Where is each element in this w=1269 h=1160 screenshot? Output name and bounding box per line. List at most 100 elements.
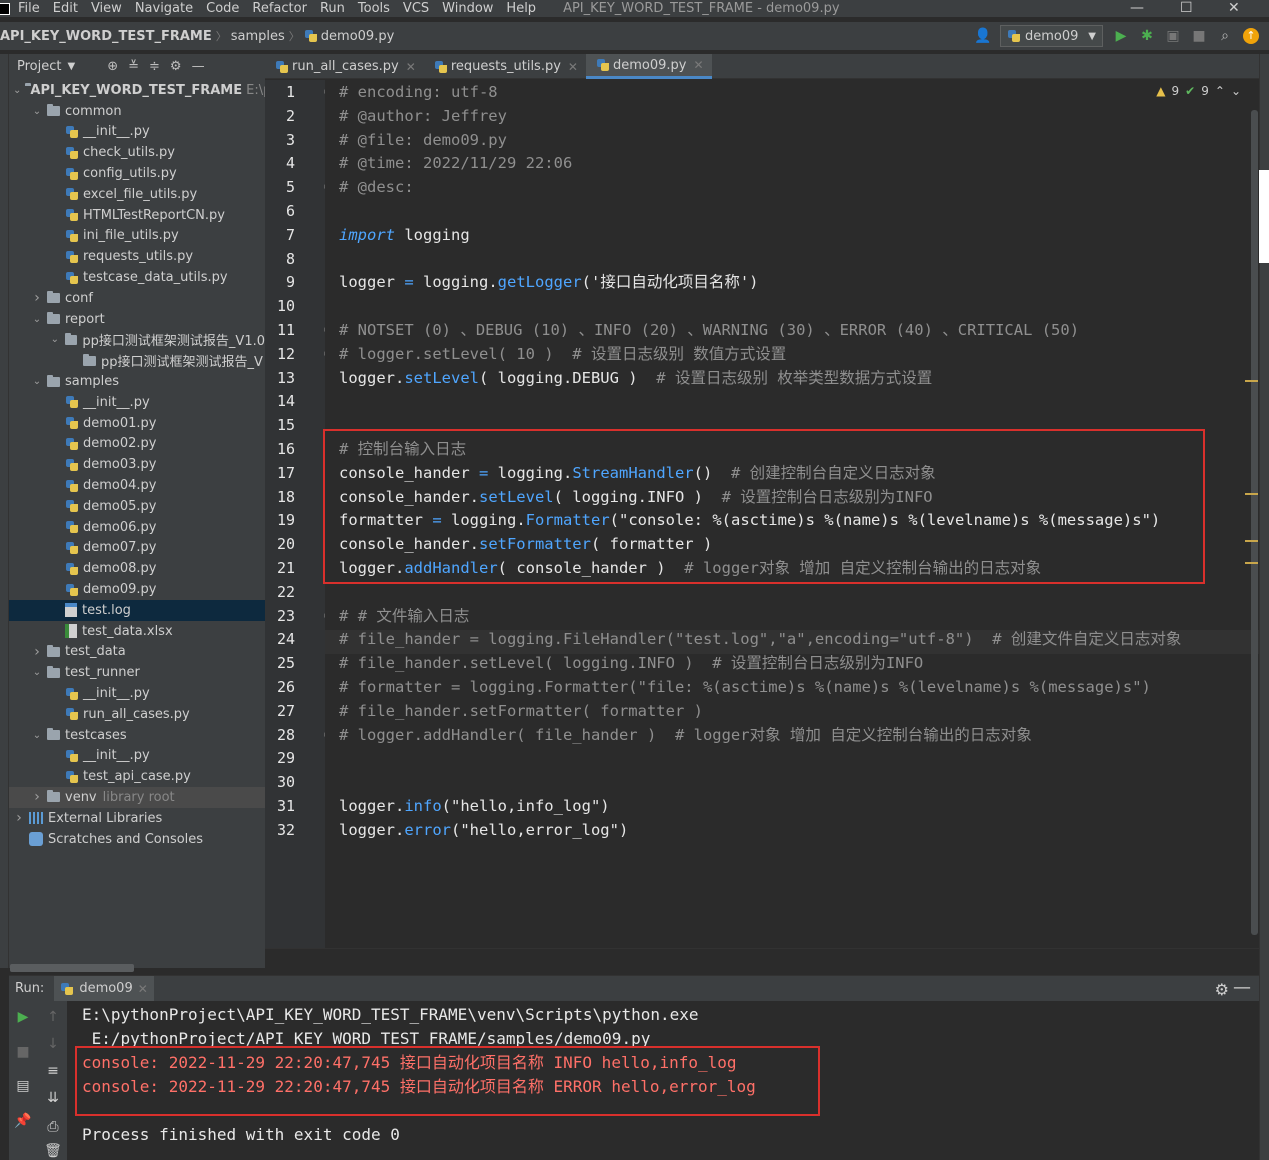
- arrow-down-icon[interactable]: ↓: [43, 1034, 63, 1054]
- tree-item[interactable]: config_utils.py: [9, 163, 265, 184]
- debug-icon[interactable]: ✱: [1139, 28, 1155, 44]
- inspection-widget[interactable]: ▲ 9 ✔ 9 ⌃ ⌄: [1156, 84, 1241, 98]
- chevron-down-icon[interactable]: ⌄: [31, 667, 43, 678]
- breadcrumb-folder[interactable]: samples: [231, 29, 285, 44]
- breadcrumb-project[interactable]: API_KEY_WORD_TEST_FRAME: [0, 29, 212, 44]
- tree-item[interactable]: demo09.py: [9, 579, 265, 600]
- layout-icon[interactable]: ▤: [13, 1076, 33, 1096]
- tree-item[interactable]: ⌄ pp接口测试框架测试报告_V1.0: [9, 330, 265, 351]
- chevron-right-icon[interactable]: ›: [31, 644, 43, 660]
- tree-item[interactable]: test_api_case.py: [9, 766, 265, 787]
- chevron-down-icon[interactable]: ⌄: [31, 376, 43, 387]
- menu-help[interactable]: Help: [506, 1, 536, 16]
- run-console[interactable]: E:\pythonProject\API_KEY_WORD_TEST_FRAME…: [67, 1001, 1259, 1160]
- tree-item[interactable]: ⌄ samples: [9, 371, 265, 392]
- tree-item[interactable]: demo08.py: [9, 558, 265, 579]
- hide-icon[interactable]: —: [192, 59, 205, 74]
- close-icon[interactable]: ✕: [138, 982, 148, 996]
- tree-item[interactable]: ⌄ testcases: [9, 725, 265, 746]
- chevron-right-icon[interactable]: ›: [31, 789, 43, 805]
- chevron-down-icon[interactable]: ⌄: [31, 730, 43, 741]
- tree-item[interactable]: HTMLTestReportCN.py: [9, 205, 265, 226]
- chevron-right-icon[interactable]: ›: [13, 810, 25, 826]
- tree-item[interactable]: ⌄ report: [9, 309, 265, 330]
- project-horizontal-scrollbar[interactable]: [10, 964, 134, 972]
- tree-item[interactable]: demo01.py: [9, 413, 265, 434]
- vcs-user-icon[interactable]: 👤: [974, 28, 991, 44]
- tree-item[interactable]: demo04.py: [9, 475, 265, 496]
- menu-refactor[interactable]: Refactor: [252, 1, 307, 16]
- warning-marker[interactable]: [1245, 493, 1258, 495]
- tree-item[interactable]: › venv library root: [9, 787, 265, 808]
- tree-item[interactable]: Scratches and Consoles: [9, 829, 265, 850]
- hide-icon[interactable]: —: [1233, 977, 1251, 998]
- tree-item[interactable]: demo05.py: [9, 496, 265, 517]
- locate-icon[interactable]: ⊕: [107, 59, 118, 74]
- tree-item[interactable]: demo07.py: [9, 538, 265, 559]
- gear-icon[interactable]: ⚙: [170, 59, 182, 74]
- run-tab[interactable]: demo09 ✕: [54, 975, 154, 1002]
- expand-all-icon[interactable]: ≚: [128, 59, 139, 74]
- chevron-down-icon[interactable]: ▼: [67, 61, 75, 72]
- tree-item[interactable]: __init__.py: [9, 392, 265, 413]
- tree-item[interactable]: ⌄ test_runner: [9, 662, 265, 683]
- tree-item[interactable]: ini_file_utils.py: [9, 226, 265, 247]
- maximize-icon[interactable]: ☐: [1180, 0, 1193, 16]
- menu-file[interactable]: File: [18, 1, 40, 16]
- editor-tab[interactable]: demo09.py ✕: [585, 54, 712, 79]
- tree-item[interactable]: demo02.py: [9, 434, 265, 455]
- editor-tab[interactable]: requests_utils.py ✕: [424, 54, 586, 79]
- menu-view[interactable]: View: [91, 1, 122, 16]
- tree-item[interactable]: ⌄ API_KEY_WORD_TEST_FRAMEE:\p: [9, 80, 265, 101]
- collapse-all-icon[interactable]: ≑: [149, 59, 160, 74]
- soft-wrap-icon[interactable]: ≡: [43, 1061, 63, 1081]
- warning-marker[interactable]: [1245, 380, 1258, 382]
- tree-item[interactable]: requests_utils.py: [9, 246, 265, 267]
- close-icon[interactable]: ✕: [693, 58, 703, 72]
- menu-window[interactable]: Window: [442, 1, 493, 16]
- tree-item[interactable]: › conf: [9, 288, 265, 309]
- menu-edit[interactable]: Edit: [53, 1, 78, 16]
- stop-icon[interactable]: ■: [1191, 28, 1207, 44]
- gear-icon[interactable]: ⚙: [1215, 980, 1229, 999]
- tree-item[interactable]: › test_data: [9, 642, 265, 663]
- chevron-down-icon[interactable]: ⌄: [13, 85, 21, 96]
- search-icon[interactable]: ⌕: [1217, 28, 1233, 44]
- tree-item[interactable]: demo03.py: [9, 454, 265, 475]
- breadcrumb-file[interactable]: demo09.py: [321, 29, 395, 44]
- project-view-selector[interactable]: Project: [17, 59, 61, 74]
- pin-icon[interactable]: 📌: [13, 1111, 33, 1131]
- tree-item[interactable]: demo06.py: [9, 517, 265, 538]
- tree-item[interactable]: excel_file_utils.py: [9, 184, 265, 205]
- tree-item[interactable]: check_utils.py: [9, 142, 265, 163]
- tree-item[interactable]: __init__.py: [9, 122, 265, 143]
- update-icon[interactable]: ↑: [1243, 28, 1259, 44]
- rerun-icon[interactable]: ▶: [13, 1007, 33, 1027]
- warning-marker[interactable]: [1245, 540, 1258, 542]
- tree-item[interactable]: __init__.py: [9, 746, 265, 767]
- code-editor[interactable]: ▲ 9 ✔ 9 ⌃ ⌄ # encoding: utf-8 # @author: …: [323, 80, 1259, 948]
- run-config-selector[interactable]: demo09 ▼: [1000, 25, 1103, 47]
- tree-item[interactable]: › External Libraries: [9, 808, 265, 829]
- menu-run[interactable]: Run: [320, 1, 345, 16]
- coverage-icon[interactable]: ▣: [1165, 28, 1181, 44]
- chevron-down-icon[interactable]: ⌄: [49, 334, 61, 345]
- menu-vcs[interactable]: VCS: [403, 1, 429, 16]
- tree-item[interactable]: run_all_cases.py: [9, 704, 265, 725]
- menu-navigate[interactable]: Navigate: [135, 1, 193, 16]
- chevron-up-icon[interactable]: ⌃: [1215, 84, 1225, 98]
- stop-icon[interactable]: ■: [13, 1042, 33, 1062]
- chevron-down-icon[interactable]: ⌄: [31, 106, 43, 117]
- close-icon[interactable]: ✕: [406, 60, 416, 74]
- tree-item[interactable]: pp接口测试框架测试报告_V: [9, 350, 265, 371]
- chevron-down-icon[interactable]: ⌄: [31, 314, 43, 325]
- run-icon[interactable]: ▶: [1113, 28, 1129, 44]
- tree-item[interactable]: test_data.xlsx: [9, 621, 265, 642]
- close-window-icon[interactable]: ✕: [1228, 0, 1240, 16]
- tree-item[interactable]: __init__.py: [9, 683, 265, 704]
- editor-tab[interactable]: run_all_cases.py ✕: [265, 54, 424, 79]
- tree-item[interactable]: testcase_data_utils.py: [9, 267, 265, 288]
- minimize-icon[interactable]: —: [1130, 0, 1144, 16]
- tree-item[interactable]: ⌄ common: [9, 101, 265, 122]
- scroll-to-end-icon[interactable]: ⇊: [43, 1088, 63, 1108]
